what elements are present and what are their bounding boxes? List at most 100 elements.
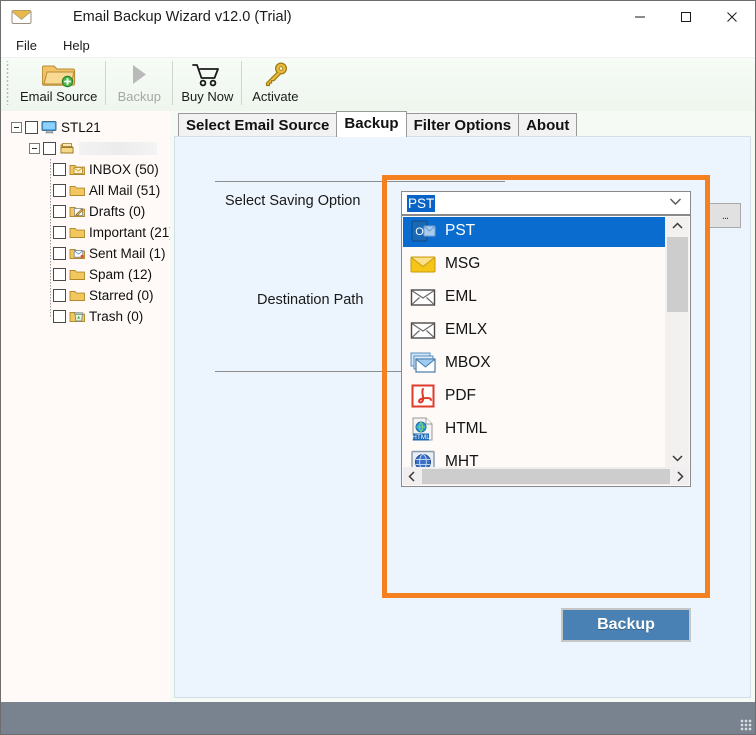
tree-node-root[interactable]: STL21	[7, 117, 170, 138]
dropdown-option-eml[interactable]: EML	[403, 280, 665, 313]
tab-about[interactable]: About	[518, 113, 577, 138]
title-bar: Email Backup Wizard v12.0 (Trial)	[1, 1, 755, 33]
dropdown-option-pdf[interactable]: PDF	[403, 379, 665, 412]
toolbar-grip[interactable]	[4, 61, 11, 105]
dropdown-option-pst[interactable]: O PST	[403, 217, 665, 247]
key-icon	[260, 60, 290, 88]
tree-node-drafts[interactable]: Drafts (0)	[7, 201, 170, 222]
tree-checkbox[interactable]	[43, 142, 56, 155]
menu-file[interactable]: File	[5, 35, 48, 56]
html-icon: HTML	[409, 416, 439, 442]
chevron-down-icon[interactable]	[669, 197, 682, 209]
close-button[interactable]	[709, 1, 755, 33]
expander-icon[interactable]	[11, 122, 22, 133]
tree-checkbox[interactable]	[53, 226, 66, 239]
maximize-button[interactable]	[663, 1, 709, 33]
tree-checkbox[interactable]	[53, 205, 66, 218]
application-window: Email Backup Wizard v12.0 (Trial) File H…	[0, 0, 756, 735]
dropdown-option-mbox[interactable]: MBOX	[403, 346, 665, 379]
tree-node-label: Drafts (0)	[89, 204, 145, 219]
tree-node-starred[interactable]: Starred (0)	[7, 285, 170, 306]
play-triangle-icon	[126, 60, 152, 88]
tab-backup[interactable]: Backup	[336, 111, 406, 137]
folder-icon	[69, 183, 86, 198]
resize-grip-icon[interactable]	[740, 719, 752, 731]
folder-tree: STL21	[1, 111, 170, 327]
tree-node-label: Spam (12)	[89, 267, 152, 282]
minimize-button[interactable]	[617, 1, 663, 33]
tab-strip: Select Email Source Backup Filter Option…	[170, 111, 576, 137]
mht-globe-icon	[409, 449, 439, 468]
shopping-cart-icon	[190, 60, 224, 88]
tree-node-important[interactable]: Important (21)	[7, 222, 170, 243]
dropdown-vertical-scrollbar[interactable]	[665, 217, 689, 467]
saving-option-dropdown-list[interactable]: O PST	[401, 215, 691, 487]
scroll-right-icon[interactable]	[671, 467, 689, 485]
toolbar: Email Source Backup Buy Now	[1, 58, 755, 112]
tree-checkbox[interactable]	[53, 247, 66, 260]
tree-checkbox[interactable]	[53, 268, 66, 281]
tree-checkbox[interactable]	[53, 310, 66, 323]
tree-node-label: Sent Mail (1)	[89, 246, 166, 261]
scroll-left-icon[interactable]	[403, 467, 421, 485]
svg-text:O: O	[415, 226, 424, 238]
tree-node-sent-mail[interactable]: Sent Mail (1)	[7, 243, 170, 264]
toolbar-buy-now-button[interactable]: Buy Now	[174, 58, 240, 110]
tree-node-spam[interactable]: Spam (12)	[7, 264, 170, 285]
toolbar-backup-button[interactable]: Backup	[107, 58, 171, 110]
folder-add-icon	[42, 60, 76, 88]
toolbar-email-source-button[interactable]: Email Source	[13, 58, 104, 110]
expander-icon[interactable]	[29, 143, 40, 154]
dropdown-option-html[interactable]: HTML HTML	[403, 412, 665, 445]
toolbar-backup-label: Backup	[118, 89, 161, 104]
tree-node-all-mail[interactable]: All Mail (51)	[7, 180, 170, 201]
folder-icon	[69, 288, 86, 303]
folder-icon	[69, 225, 86, 240]
dropdown-option-label: EMLX	[445, 321, 487, 339]
tree-node-label: Important (21)	[89, 225, 170, 240]
scrollbar-thumb-horizontal[interactable]	[422, 469, 670, 484]
tab-filter-options[interactable]: Filter Options	[406, 113, 520, 138]
sent-folder-icon	[69, 246, 86, 261]
scroll-down-icon[interactable]	[665, 449, 689, 467]
tree-node-label: Trash (0)	[89, 309, 143, 324]
tree-node-trash[interactable]: Trash (0)	[7, 306, 170, 327]
toolbar-activate-label: Activate	[252, 89, 298, 104]
dropdown-option-label: MSG	[445, 255, 480, 273]
trash-folder-icon	[69, 309, 86, 324]
toolbar-separator	[172, 61, 173, 105]
tab-select-email-source[interactable]: Select Email Source	[178, 113, 337, 138]
tree-checkbox[interactable]	[53, 184, 66, 197]
combobox-selected-value: PST	[407, 195, 435, 212]
toolbar-activate-button[interactable]: Activate	[243, 58, 307, 110]
dropdown-option-label: HTML	[445, 420, 487, 438]
drafts-folder-icon	[69, 204, 86, 219]
menu-help[interactable]: Help	[52, 35, 101, 56]
mail-stack-icon	[59, 141, 76, 156]
combobox-field[interactable]: PST	[401, 191, 691, 215]
scroll-up-icon[interactable]	[665, 217, 689, 235]
white-envelope-icon	[409, 317, 439, 343]
tree-checkbox[interactable]	[25, 121, 38, 134]
dropdown-option-msg[interactable]: MSG	[403, 247, 665, 280]
dropdown-option-emlx[interactable]: EMLX	[403, 313, 665, 346]
tree-node-inbox[interactable]: INBOX (50)	[7, 159, 170, 180]
menu-bar: File Help	[1, 33, 755, 58]
folder-icon	[69, 267, 86, 282]
backup-tab-content: Select Saving Option Destination Path ..…	[174, 136, 751, 698]
dropdown-option-label: MHT	[445, 453, 479, 468]
dropdown-horizontal-scrollbar[interactable]	[403, 467, 689, 485]
dropdown-option-mht[interactable]: MHT	[403, 445, 665, 467]
toolbar-separator	[241, 61, 242, 105]
browse-destination-button[interactable]: ...	[709, 203, 741, 228]
window-title: Email Backup Wizard v12.0 (Trial)	[73, 9, 292, 25]
dropdown-option-label: EML	[445, 288, 477, 306]
saving-option-combobox[interactable]: PST	[401, 191, 691, 215]
tree-checkbox[interactable]	[53, 163, 66, 176]
scrollbar-thumb-vertical[interactable]	[667, 237, 688, 312]
tree-node-account[interactable]	[7, 138, 170, 159]
backup-button[interactable]: Backup	[561, 608, 691, 642]
pdf-icon	[409, 383, 439, 409]
tree-node-account-label-redacted	[79, 142, 157, 155]
tree-checkbox[interactable]	[53, 289, 66, 302]
